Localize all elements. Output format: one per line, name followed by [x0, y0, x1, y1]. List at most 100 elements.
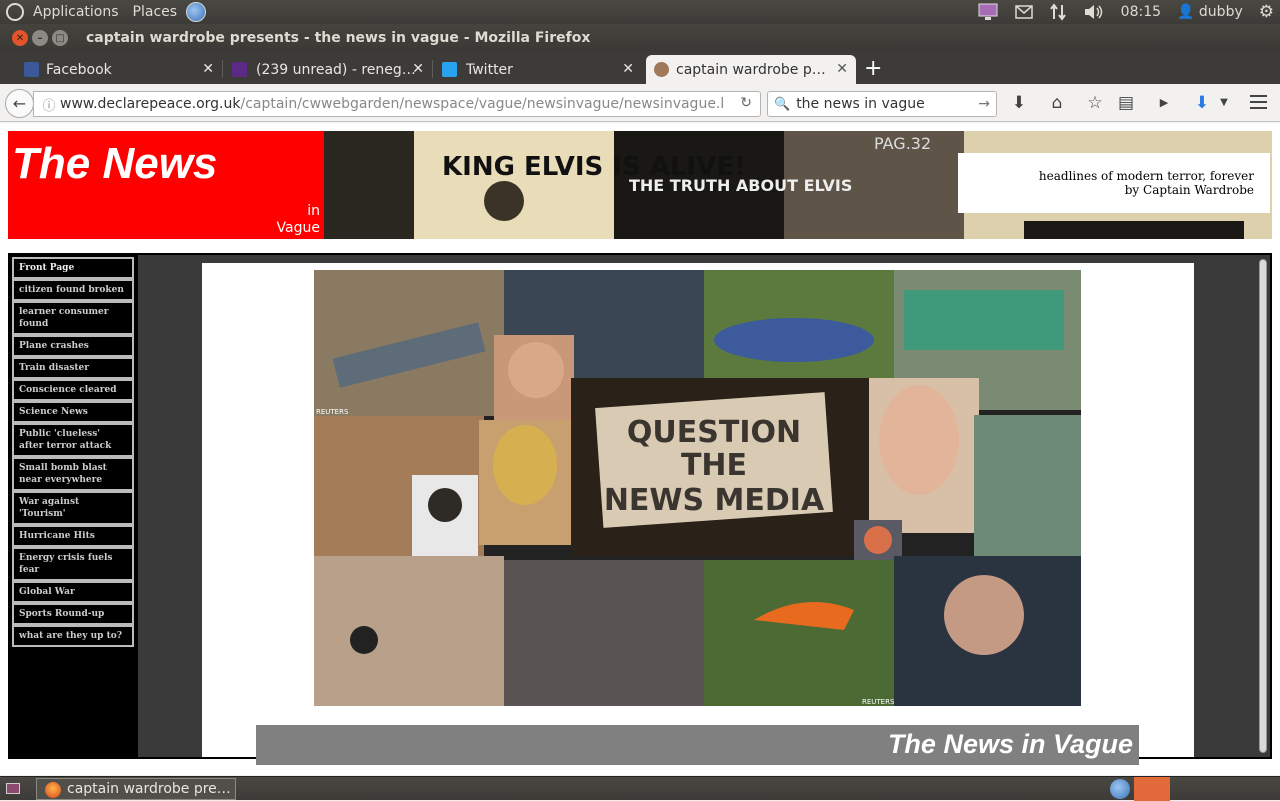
footer-title: The News in Vague: [887, 729, 1133, 759]
window-maximize-button[interactable]: □: [52, 30, 68, 46]
window-titlebar: ✕ – □ captain wardrobe presents - the ne…: [0, 24, 1280, 52]
navigation-bar: ← ⓘ www.declarepeace.org.uk/captain/cwwe…: [0, 84, 1280, 122]
url-host: www.declarepeace.org.uk: [60, 96, 241, 112]
tab-facebook[interactable]: Facebook ✕: [22, 55, 222, 84]
sidebar-item-hurricane-hits[interactable]: Hurricane Hits: [12, 525, 134, 547]
clock[interactable]: 08:15: [1121, 4, 1161, 20]
sidebar-item-global-war[interactable]: Global War: [12, 581, 134, 603]
monitor-icon[interactable]: [977, 3, 999, 21]
show-desktop-icon[interactable]: [6, 783, 20, 794]
sidebar-item-what-are-they-up-to[interactable]: what are they up to?: [12, 625, 134, 647]
tab-label: captain wardrobe p…: [676, 61, 826, 78]
top-panel: Applications Places 08:15 👤 dubby ⚙: [0, 0, 1280, 24]
reuters-label: REUTERS: [862, 698, 895, 706]
sidebar-item-science-news[interactable]: Science News: [12, 401, 134, 423]
download-manager-icon[interactable]: ⬇: [1192, 93, 1212, 113]
sidebar-item-train-disaster[interactable]: Train disaster: [12, 357, 134, 379]
mail-favicon-icon: [232, 62, 247, 77]
volume-icon[interactable]: [1083, 3, 1105, 21]
reload-icon[interactable]: ↻: [740, 95, 752, 111]
page-scrollbar[interactable]: [1256, 255, 1270, 757]
reading-list-icon[interactable]: ▤: [1116, 93, 1136, 113]
sidebar-item-war-against-tourism[interactable]: War against 'Tourism': [12, 491, 134, 525]
taskbar-window-label: captain wardrobe pre…: [67, 781, 231, 797]
download-icon[interactable]: ⬇: [1009, 93, 1029, 113]
site-info-icon[interactable]: ⓘ: [38, 95, 60, 114]
user-icon: 👤: [1177, 4, 1195, 20]
sidebar-item-energy-crisis[interactable]: Energy crisis fuels fear: [12, 547, 134, 581]
menu-hamburger-icon[interactable]: [1250, 95, 1267, 113]
sign-line-3: NEWS MEDIA: [604, 483, 825, 518]
sidebar-item-learner-consumer-found[interactable]: learner consumer found: [12, 301, 134, 335]
tab-captain-wardrobe[interactable]: captain wardrobe p… ✕: [646, 55, 856, 84]
facebook-favicon-icon: [24, 62, 39, 77]
sidebar-item-front-page[interactable]: Front Page: [12, 257, 134, 279]
tab-label: Facebook: [46, 61, 112, 78]
youtube-icon[interactable]: ▶: [1154, 96, 1174, 109]
network-arrows-icon[interactable]: [1049, 3, 1067, 21]
back-arrow-icon: ←: [12, 94, 27, 113]
scrollbar-thumb[interactable]: [1259, 259, 1267, 753]
mail-icon[interactable]: [1014, 5, 1033, 19]
site-logo[interactable]: The News in Vague: [8, 131, 324, 239]
workspace-globe-icon[interactable]: [1110, 779, 1130, 799]
window-title: captain wardrobe presents - the news in …: [86, 30, 591, 46]
firefox-icon: [45, 782, 61, 798]
news-collage-image: QUESTION THE NEWS MEDIA REUTERS REUTERS: [314, 270, 1081, 706]
sidebar-item-sports-round-up[interactable]: Sports Round-up: [12, 603, 134, 625]
sign-line-1: QUESTION: [627, 415, 801, 450]
tab-twitter[interactable]: Twitter ✕: [442, 55, 642, 84]
bookmark-star-icon[interactable]: ☆: [1085, 93, 1105, 113]
settings-gear-icon[interactable]: ⚙: [1259, 2, 1274, 22]
back-button[interactable]: ←: [5, 89, 34, 118]
user-menu[interactable]: 👤 dubby: [1177, 4, 1243, 20]
user-name: dubby: [1198, 4, 1243, 20]
main-frame: Front Page citizen found broken learner …: [8, 253, 1272, 765]
new-tab-button[interactable]: +: [864, 56, 884, 81]
banner-headline-2: THE TRUTH ABOUT ELVIS: [629, 176, 852, 195]
page-favicon-icon: [654, 62, 669, 77]
content-panel: QUESTION THE NEWS MEDIA REUTERS REUTERS: [202, 263, 1194, 765]
tab-close-icon[interactable]: ✕: [202, 61, 214, 77]
workspace-switcher-icon[interactable]: [1134, 777, 1170, 801]
logo-in: in: [307, 203, 320, 219]
site-tagline: headlines of modern terror, forever by C…: [958, 153, 1270, 213]
tab-label: (239 unread) - reneg…: [256, 61, 416, 78]
sidebar-nav: Front Page citizen found broken learner …: [10, 255, 138, 757]
sidebar-item-conscience-cleared[interactable]: Conscience cleared: [12, 379, 134, 401]
bottom-taskbar: captain wardrobe pre…: [0, 776, 1280, 801]
search-go-icon[interactable]: →: [978, 96, 990, 112]
tab-separator: [222, 60, 223, 78]
tagline-line-2: by Captain Wardrobe: [1124, 183, 1254, 197]
applications-menu[interactable]: Applications: [28, 4, 124, 20]
dropdown-chevron-icon[interactable]: ▼: [1214, 97, 1234, 108]
twitter-favicon-icon: [442, 62, 457, 77]
tab-close-icon[interactable]: ✕: [836, 61, 848, 77]
window-close-button[interactable]: ✕: [12, 30, 28, 46]
search-input[interactable]: the news in vague: [796, 96, 925, 112]
tab-close-icon[interactable]: ✕: [622, 61, 634, 77]
sidebar-item-public-clueless[interactable]: Public 'clueless' after terror attack: [12, 423, 134, 457]
search-icon: 🔍: [774, 96, 791, 112]
page-viewport: The News in Vague KING ELVIS IS ALIVE! TH…: [0, 123, 1280, 775]
url-bar[interactable]: ⓘ www.declarepeace.org.uk/captain/cwwebg…: [33, 91, 761, 117]
url-path: /captain/cwwebgarden/newspace/vague/news…: [240, 96, 725, 112]
tab-strip: Facebook ✕ (239 unread) - reneg… ✕ Twitt…: [0, 52, 1280, 84]
ubuntu-logo-icon[interactable]: [6, 3, 24, 21]
logo-title: The News: [12, 139, 218, 188]
reuters-label: REUTERS: [316, 408, 349, 416]
home-icon[interactable]: ⌂: [1047, 93, 1067, 113]
firefox-launcher-icon[interactable]: [186, 2, 207, 22]
search-bar[interactable]: 🔍 the news in vague →: [767, 91, 997, 117]
places-menu[interactable]: Places: [128, 4, 183, 20]
footer-title-bar: The News in Vague: [256, 725, 1139, 765]
logo-vague: Vague: [276, 220, 320, 236]
sidebar-item-plane-crashes[interactable]: Plane crashes: [12, 335, 134, 357]
taskbar-window-button[interactable]: captain wardrobe pre…: [36, 778, 236, 800]
tab-mail[interactable]: (239 unread) - reneg… ✕: [232, 55, 432, 84]
window-minimize-button[interactable]: –: [32, 30, 48, 46]
sidebar-item-citizen-found-broken[interactable]: citizen found broken: [12, 279, 134, 301]
banner-page-number: PAG.32: [874, 134, 931, 153]
tab-close-icon[interactable]: ✕: [412, 61, 424, 77]
sidebar-item-small-bomb-blast[interactable]: Small bomb blast near everywhere: [12, 457, 134, 491]
